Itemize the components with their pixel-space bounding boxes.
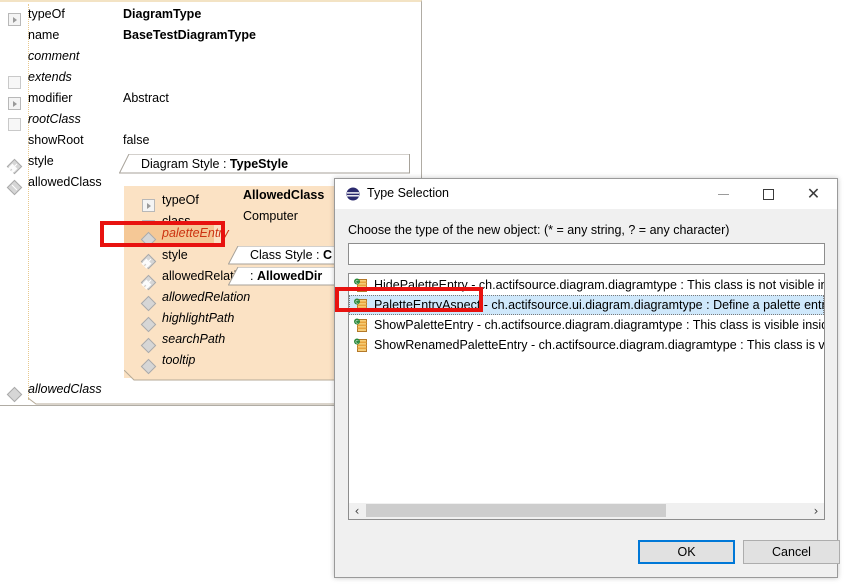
subform-value: Computer xyxy=(243,206,298,227)
row-label: style xyxy=(28,151,54,172)
row-label: modifier xyxy=(28,88,72,109)
row-label: typeOf xyxy=(28,4,65,25)
diamond-plus-icon[interactable] xyxy=(143,277,156,290)
class-icon: C xyxy=(354,318,369,333)
pill-prefix: : xyxy=(250,269,257,283)
row-label: tooltip xyxy=(162,350,195,371)
row-label: paletteEntry xyxy=(162,223,229,244)
close-icon[interactable]: ✕ xyxy=(791,179,836,209)
svg-text:C: C xyxy=(355,340,358,346)
row-value: false xyxy=(123,130,149,151)
svg-text:C: C xyxy=(355,280,358,286)
diamond-icon[interactable] xyxy=(9,389,22,402)
minimize-icon[interactable] xyxy=(701,179,746,209)
subform-tail xyxy=(124,370,339,384)
scroll-right-icon[interactable]: › xyxy=(808,503,824,518)
pill-prefix: Diagram Style : xyxy=(141,157,230,171)
diagram-style-label: Diagram Style : TypeStyle xyxy=(141,155,288,173)
allowed-dir-pill[interactable]: : AllowedDir xyxy=(228,267,336,286)
svg-text:C: C xyxy=(355,320,358,326)
diamond-icon[interactable] xyxy=(143,319,156,332)
diamond-icon[interactable] xyxy=(143,340,156,353)
row-value: Abstract xyxy=(123,88,169,109)
diamond-plus-icon[interactable] xyxy=(143,256,156,269)
pill-value: C xyxy=(323,248,332,262)
checkbox-icon[interactable] xyxy=(8,76,21,89)
diamond-icon[interactable] xyxy=(143,361,156,374)
scrollbar-thumb[interactable] xyxy=(366,504,666,517)
list-item[interactable]: C HidePaletteEntry - ch.actifsource.diag… xyxy=(349,275,824,295)
diamond-icon[interactable] xyxy=(143,234,156,247)
type-list[interactable]: C HidePaletteEntry - ch.actifsource.diag… xyxy=(348,273,825,504)
horizontal-scrollbar[interactable]: ‹ › xyxy=(348,503,825,520)
editor-bottom-rule xyxy=(28,398,335,406)
type-selection-icon xyxy=(346,187,360,201)
row-value: DiagramType xyxy=(123,4,201,25)
checkbox-icon[interactable] xyxy=(8,118,21,131)
row-value: BaseTestDiagramType xyxy=(123,25,256,46)
row-label: rootClass xyxy=(28,109,81,130)
diamond-icon[interactable] xyxy=(143,298,156,311)
list-item[interactable]: C ShowRenamedPaletteEntry - ch.actifsour… xyxy=(349,335,824,355)
row-label: searchPath xyxy=(162,329,225,350)
dialog-titlebar[interactable]: Type Selection ✕ xyxy=(335,179,837,209)
maximize-icon[interactable] xyxy=(746,179,791,209)
row-label: allowedClass xyxy=(28,379,102,400)
row-label: highlightPath xyxy=(162,308,234,329)
row-label: allowedClass xyxy=(28,172,102,193)
expand-icon[interactable] xyxy=(8,97,21,110)
row-label: style xyxy=(162,245,188,266)
expand-icon[interactable] xyxy=(8,13,21,26)
list-item-text: ShowPaletteEntry - ch.actifsource.diagra… xyxy=(374,315,825,335)
class-icon: C xyxy=(354,298,369,313)
list-item-text: PaletteEntryAspect - ch.actifsource.ui.d… xyxy=(374,295,825,315)
pill-value: AllowedDir xyxy=(257,269,322,283)
list-item-text: ShowRenamedPaletteEntry - ch.actifsource… xyxy=(374,335,825,355)
type-filter-input[interactable] xyxy=(348,243,825,265)
class-icon: C xyxy=(354,338,369,353)
scroll-left-icon[interactable]: ‹ xyxy=(349,503,365,518)
diamond-minus-icon[interactable] xyxy=(9,182,22,195)
row-label: typeOf xyxy=(162,190,199,211)
class-icon: C xyxy=(354,278,369,293)
list-item-selected[interactable]: C PaletteEntryAspect - ch.actifsource.ui… xyxy=(349,295,824,315)
row-label: comment xyxy=(28,46,79,67)
expand-icon[interactable] xyxy=(142,199,155,212)
list-item-text: HidePaletteEntry - ch.actifsource.diagra… xyxy=(374,275,825,295)
diamond-plus-icon[interactable] xyxy=(9,161,22,174)
svg-text:C: C xyxy=(355,300,358,306)
ok-button[interactable]: OK xyxy=(638,540,735,564)
class-style-pill[interactable]: Class Style : C xyxy=(228,246,336,265)
row-label: name xyxy=(28,25,59,46)
list-item[interactable]: C ShowPaletteEntry - ch.actifsource.diag… xyxy=(349,315,824,335)
dialog-prompt: Choose the type of the new object: (* = … xyxy=(348,223,729,237)
diagram-style-pill[interactable]: Diagram Style : TypeStyle xyxy=(119,154,410,174)
row-label: extends xyxy=(28,67,72,88)
subform-value: AllowedClass xyxy=(243,185,324,206)
row-label: allowedRelation xyxy=(162,287,250,308)
allowed-dir-label: : AllowedDir xyxy=(250,267,322,285)
row-label: showRoot xyxy=(28,130,84,151)
type-selection-dialog: Type Selection ✕ Choose the type of the … xyxy=(334,178,838,578)
cancel-button[interactable]: Cancel xyxy=(743,540,840,564)
pill-value: TypeStyle xyxy=(230,157,288,171)
class-style-label: Class Style : C xyxy=(250,246,332,264)
dialog-title: Type Selection xyxy=(367,186,449,200)
pill-prefix: Class Style : xyxy=(250,248,323,262)
